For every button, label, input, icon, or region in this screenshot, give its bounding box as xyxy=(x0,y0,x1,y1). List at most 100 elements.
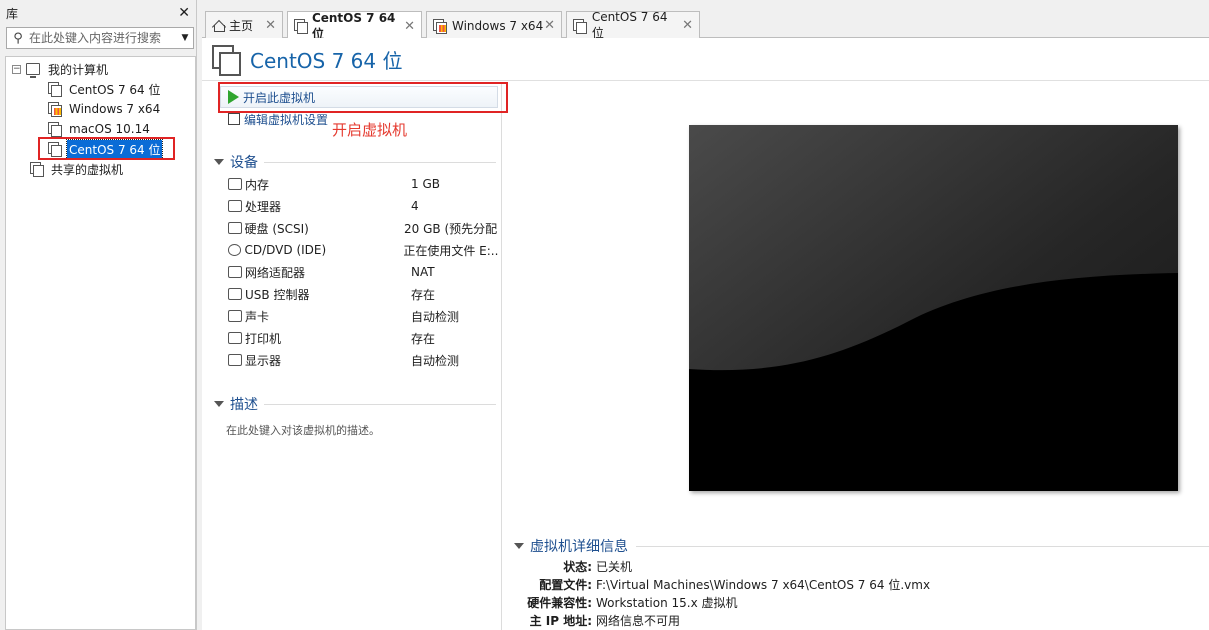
edit-vm-label: 编辑虚拟机设置 xyxy=(244,112,329,127)
device-row-network[interactable]: 网络适配器 NAT xyxy=(228,262,498,282)
tree-item-vm[interactable]: CentOS 7 64 位 xyxy=(48,79,162,99)
play-icon xyxy=(228,90,239,104)
annotation-text: 开启虚拟机 xyxy=(332,121,408,139)
device-row-memory[interactable]: 内存 1 GB xyxy=(228,174,498,194)
device-name: 硬盘 (SCSI) xyxy=(244,221,309,236)
tree-item-vm-selected[interactable]: CentOS 7 64 位 xyxy=(48,138,164,160)
close-icon[interactable]: ✕ xyxy=(682,18,693,33)
tree-item-label: 我的计算机 xyxy=(48,62,109,77)
device-name: 声卡 xyxy=(245,309,270,324)
device-value: 20 GB (预先分配) xyxy=(404,221,498,236)
device-value: 自动检测 xyxy=(411,309,460,324)
tab-label: CentOS 7 64 位 xyxy=(311,10,396,41)
close-icon[interactable]: ✕ xyxy=(178,5,190,21)
close-icon[interactable]: ✕ xyxy=(544,18,555,33)
memory-icon xyxy=(228,178,242,190)
tree-item-vm[interactable]: Windows 7 x64 xyxy=(48,99,162,119)
search-input[interactable] xyxy=(29,31,169,45)
vm-icon xyxy=(48,122,62,137)
device-name: 内存 xyxy=(245,177,270,192)
edit-icon xyxy=(228,113,240,125)
vm-screen-preview[interactable] xyxy=(689,125,1178,491)
printer-icon xyxy=(228,332,242,344)
detail-value: 已关机 xyxy=(596,559,633,574)
device-value: NAT xyxy=(411,265,435,279)
device-row-hard-disk[interactable]: 硬盘 (SCSI) 20 GB (预先分配) xyxy=(228,218,498,238)
edit-vm-settings-link[interactable]: 编辑虚拟机设置 xyxy=(228,109,328,129)
collapse-triangle-icon[interactable] xyxy=(514,543,524,549)
device-name: 打印机 xyxy=(245,331,282,346)
tab-windows[interactable]: Windows 7 x64 ✕ xyxy=(426,11,562,39)
device-row-printer[interactable]: 打印机 存在 xyxy=(228,328,498,348)
close-icon[interactable]: ✕ xyxy=(265,18,276,33)
vm-icon xyxy=(294,19,308,34)
sound-icon xyxy=(228,310,242,322)
library-tree: − 我的计算机 CentOS 7 64 位 Windows 7 x64 macO… xyxy=(5,56,196,630)
windows-vm-icon xyxy=(433,18,447,34)
detail-key: 主 IP 地址: xyxy=(529,613,592,628)
detail-key: 硬件兼容性: xyxy=(527,595,592,610)
collapse-icon[interactable]: − xyxy=(12,64,21,74)
vm-icon xyxy=(573,18,587,34)
description-section-header[interactable]: 描述 xyxy=(214,394,496,414)
tree-item-label: CentOS 7 64 位 xyxy=(69,82,161,97)
tab-label: Windows 7 x64 xyxy=(452,18,544,33)
detail-key: 配置文件: xyxy=(539,577,592,592)
device-value: 存在 xyxy=(411,331,436,346)
library-header: 库 ✕ xyxy=(0,0,196,26)
library-search[interactable]: ⚲ ▼ xyxy=(6,27,194,49)
device-row-processor[interactable]: 处理器 4 xyxy=(228,196,498,216)
device-value: 自动检测 xyxy=(411,353,460,368)
detail-value: 网络信息不可用 xyxy=(596,613,681,628)
tree-item-label: CentOS 7 64 位 xyxy=(65,138,164,160)
device-value: 1 GB xyxy=(411,177,440,191)
vm-icon xyxy=(212,45,241,76)
tree-item-shared-vms[interactable]: 共享的虚拟机 xyxy=(30,159,125,179)
detail-row-config-file: 配置文件: F:\Virtual Machines\Windows 7 x64\… xyxy=(514,575,930,593)
device-name: CD/DVD (IDE) xyxy=(244,243,327,257)
section-title: 描述 xyxy=(230,397,258,413)
device-value: 4 xyxy=(411,199,419,213)
cd-dvd-icon xyxy=(228,244,242,256)
device-row-sound[interactable]: 声卡 自动检测 xyxy=(228,306,498,326)
device-row-display[interactable]: 显示器 自动检测 xyxy=(228,350,498,370)
vm-summary-page: CentOS 7 64 位 开启此虚拟机 编辑虚拟机设置 开启虚拟机 设备 内存… xyxy=(202,38,1209,630)
tree-item-my-computer[interactable]: − 我的计算机 xyxy=(12,59,110,79)
chevron-down-icon[interactable]: ▼ xyxy=(177,33,193,43)
device-row-cd-dvd[interactable]: CD/DVD (IDE) 正在使用文件 E:... xyxy=(228,240,498,260)
section-title: 设备 xyxy=(230,155,258,171)
windows-vm-icon xyxy=(48,102,62,117)
computer-icon xyxy=(26,63,40,78)
detail-row-state: 状态: 已关机 xyxy=(514,557,632,575)
tree-item-label: 共享的虚拟机 xyxy=(51,162,124,177)
network-icon xyxy=(228,266,242,278)
detail-value: F:\Virtual Machines\Windows 7 x64\CentOS… xyxy=(596,577,931,592)
device-row-usb[interactable]: USB 控制器 存在 xyxy=(228,284,498,304)
search-icon: ⚲ xyxy=(13,30,23,46)
collapse-triangle-icon[interactable] xyxy=(214,401,224,407)
collapse-triangle-icon[interactable] xyxy=(214,159,224,165)
device-name: 处理器 xyxy=(245,199,282,214)
cpu-icon xyxy=(228,200,242,212)
section-title: 虚拟机详细信息 xyxy=(530,539,628,555)
library-title: 库 xyxy=(6,6,19,21)
vm-screen-image xyxy=(689,125,1178,491)
vm-title-bar: CentOS 7 64 位 xyxy=(202,38,1209,81)
description-placeholder[interactable]: 在此处键入对该虚拟机的描述。 xyxy=(226,422,380,438)
detail-row-ip: 主 IP 地址: 网络信息不可用 xyxy=(514,611,680,629)
divider xyxy=(264,403,496,405)
device-value: 存在 xyxy=(411,287,436,302)
vm-details-header[interactable]: 虚拟机详细信息 xyxy=(514,536,1209,556)
detail-row-hw-compat: 硬件兼容性: Workstation 15.x 虚拟机 xyxy=(514,593,738,611)
shared-vm-icon xyxy=(30,162,44,177)
tab-centos[interactable]: CentOS 7 64 位 ✕ xyxy=(566,10,700,40)
tree-item-vm[interactable]: macOS 10.14 xyxy=(48,119,152,139)
close-icon[interactable]: ✕ xyxy=(404,19,415,34)
tab-home[interactable]: 主页 ✕ xyxy=(205,11,283,39)
detail-value: Workstation 15.x 虚拟机 xyxy=(596,595,738,610)
tab-centos-active[interactable]: CentOS 7 64 位 ✕ xyxy=(287,10,422,41)
device-value: 正在使用文件 E:... xyxy=(403,243,498,258)
vm-left-pane: 开启此虚拟机 编辑虚拟机设置 开启虚拟机 设备 内存 1 GB 处理器 4 硬盘… xyxy=(202,82,508,630)
start-vm-button[interactable]: 开启此虚拟机 xyxy=(228,87,315,107)
devices-section-header[interactable]: 设备 xyxy=(214,152,496,172)
